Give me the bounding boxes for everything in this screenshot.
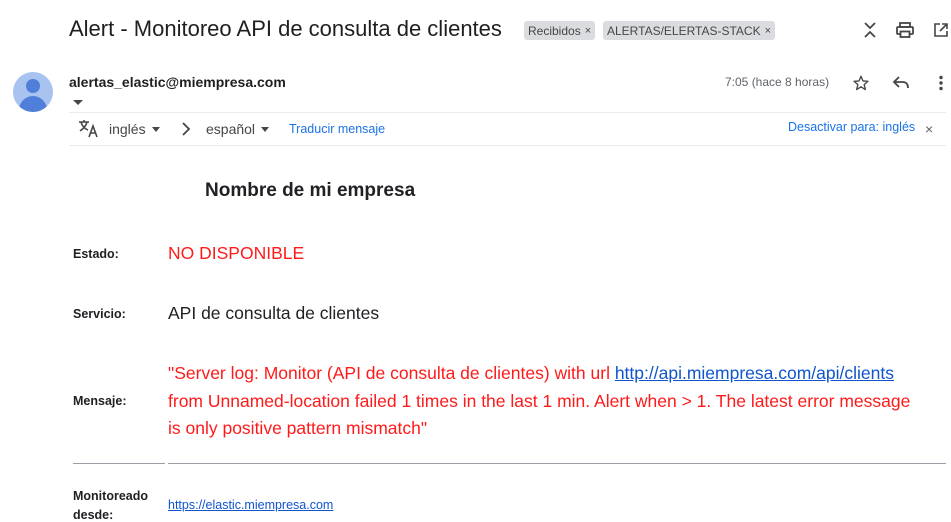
monitored-from-link[interactable]: https://elastic.miempresa.com: [168, 498, 333, 512]
caret-down-icon: [151, 127, 160, 132]
monitored-from-label-line: Monitoreado: [73, 489, 148, 503]
sender-avatar[interactable]: [13, 72, 53, 112]
collapse-icon[interactable]: [858, 18, 882, 42]
print-icon[interactable]: [893, 18, 917, 42]
message-label: Mensaje:: [73, 394, 127, 408]
table-divider: [168, 463, 946, 464]
company-name: Nombre de mi empresa: [205, 180, 416, 201]
chevron-right-icon: [178, 120, 194, 138]
monitored-from-label: Monitoreado desde:: [73, 487, 148, 522]
table-divider: [73, 463, 165, 464]
remove-label-icon[interactable]: ×: [765, 25, 771, 37]
open-new-window-icon[interactable]: [929, 18, 951, 42]
translate-icon: [78, 118, 100, 138]
label-chip-text: Recibidos: [528, 23, 581, 38]
show-details-chevron-icon[interactable]: [72, 93, 84, 105]
remove-label-icon[interactable]: ×: [585, 25, 591, 37]
email-subject: Alert - Monitoreo API de consulta de cli…: [69, 16, 502, 41]
sender-email[interactable]: alertas_elastic@miempresa.com: [69, 74, 286, 90]
message-timestamp: 7:05 (hace 8 horas): [725, 75, 830, 89]
message-line: "Server log: Monitor (API de consulta de…: [168, 360, 910, 388]
translate-bar-divider: [69, 145, 946, 146]
star-icon[interactable]: [849, 71, 873, 95]
service-value: API de consulta de clientes: [168, 303, 380, 323]
label-chip-alerts[interactable]: ALERTAS/ELERTAS-STACK ×: [603, 21, 776, 40]
target-language-label: español: [206, 121, 256, 137]
close-icon[interactable]: ×: [925, 121, 933, 137]
more-vert-icon[interactable]: [929, 71, 951, 95]
source-language-select[interactable]: inglés: [109, 121, 160, 137]
translate-message-link[interactable]: Traducir mensaje: [289, 122, 385, 136]
source-language-label: inglés: [109, 121, 146, 137]
translate-bar-divider: [69, 112, 946, 113]
label-chip-inbox[interactable]: Recibidos ×: [524, 21, 596, 40]
label-chip-text: ALERTAS/ELERTAS-STACK: [607, 23, 761, 38]
message-line: from Unnamed-location failed 1 times in …: [168, 390, 911, 411]
message-value: "Server log: Monitor (API de consulta de…: [168, 360, 910, 443]
message-text: "Server log: Monitor (API de consulta de…: [168, 363, 615, 383]
target-language-select[interactable]: español: [206, 121, 270, 137]
monitored-from-label-line: desde:: [73, 508, 114, 522]
monitor-url-link[interactable]: http://api.miempresa.com/api/clients: [615, 363, 894, 383]
disable-translation-link[interactable]: Desactivar para: inglés: [788, 120, 915, 134]
reply-icon[interactable]: [889, 71, 913, 95]
service-label: Servicio:: [73, 307, 126, 321]
status-label: Estado:: [73, 247, 119, 261]
caret-down-icon: [261, 127, 270, 132]
status-value: NO DISPONIBLE: [168, 243, 305, 263]
message-line: is only positive pattern mismatch": [168, 418, 428, 438]
